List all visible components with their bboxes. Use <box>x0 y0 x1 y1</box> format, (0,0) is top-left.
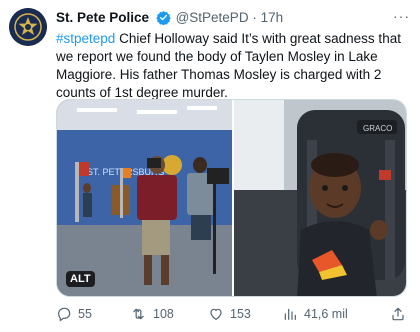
retweet-button[interactable]: 108 <box>130 306 174 322</box>
hashtag-link[interactable]: #stpetepd <box>56 31 115 46</box>
tweet-header: St. Pete Police @StPetePD · 17h <box>56 10 412 28</box>
avatar[interactable] <box>9 8 47 46</box>
author-name[interactable]: St. Pete Police <box>56 10 149 25</box>
press-conference-photo[interactable]: ST. PETERSBURG <box>57 100 232 297</box>
views-button[interactable]: 41,6 mil <box>282 306 348 322</box>
views-icon <box>282 306 298 322</box>
verified-badge-icon <box>156 10 171 28</box>
like-count: 153 <box>230 307 251 321</box>
tweet-time[interactable]: 17h <box>261 10 284 25</box>
reply-button[interactable]: 55 <box>56 306 92 322</box>
retweet-count: 108 <box>153 307 174 321</box>
separator-dot: · <box>252 10 257 25</box>
more-icon[interactable]: ··· <box>393 8 410 24</box>
reply-count: 55 <box>78 307 92 321</box>
tweet-media[interactable]: ST. PETERSBURG GRACO <box>56 99 407 297</box>
views-count: 41,6 mil <box>304 307 348 321</box>
reply-icon <box>56 306 72 322</box>
share-button[interactable] <box>390 306 406 322</box>
police-badge-avatar <box>9 8 47 46</box>
author-handle[interactable]: @StPetePD <box>176 10 249 25</box>
tweet-text: #stpetepd Chief Holloway said It’s with … <box>56 30 412 102</box>
like-icon <box>208 306 224 322</box>
share-icon <box>390 306 406 322</box>
child-car-seat-photo[interactable]: GRACO <box>234 100 407 297</box>
car-seat-brand-text: GRACO <box>363 124 392 133</box>
like-button[interactable]: 153 <box>208 306 251 322</box>
alt-text-badge[interactable]: ALT <box>66 271 95 287</box>
retweet-icon <box>130 306 147 322</box>
action-bar: 55 108 153 41,6 mil <box>56 304 412 324</box>
